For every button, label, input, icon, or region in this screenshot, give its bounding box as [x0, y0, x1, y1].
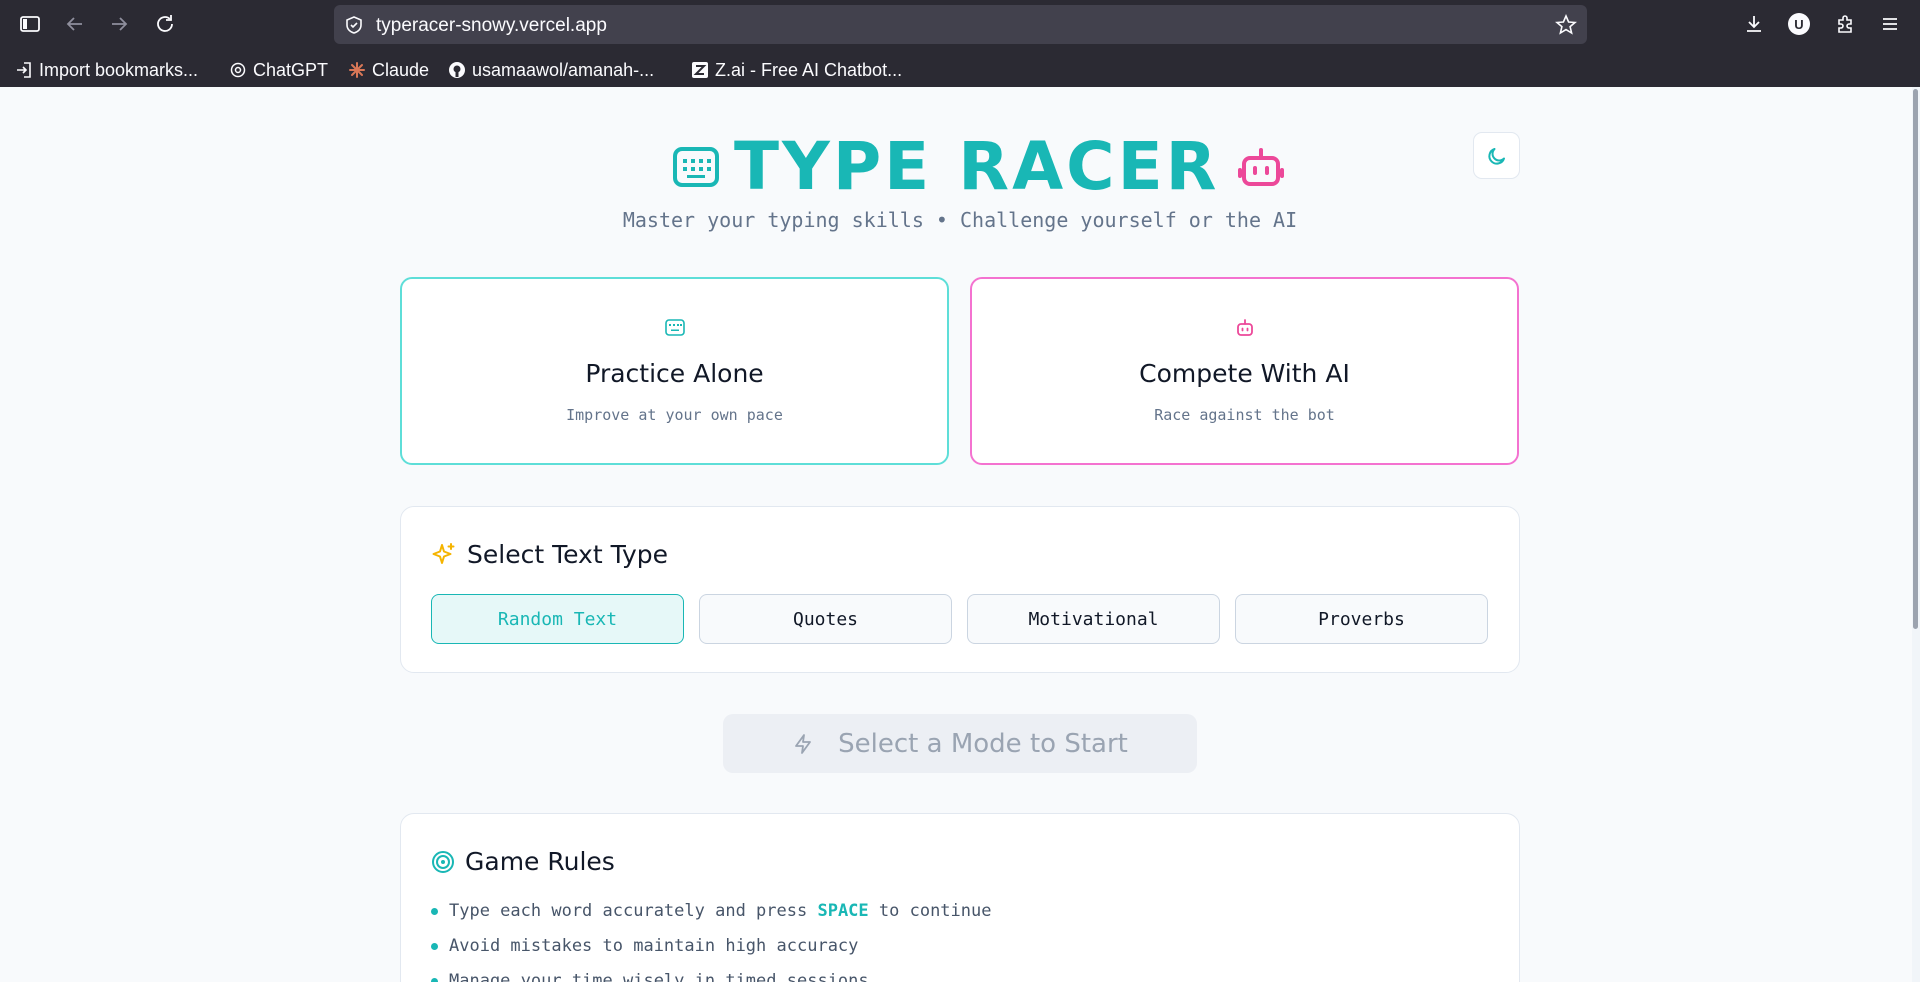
account-button[interactable]: U	[1785, 10, 1813, 38]
compete-with-ai-card[interactable]: Compete With AI Race against the bot	[970, 277, 1519, 465]
arrow-right-icon	[112, 17, 128, 31]
title-row: TYPE RACER	[672, 127, 1284, 207]
rule-text: Manage your time wisely in timed session…	[449, 971, 869, 982]
menu-button[interactable]	[1876, 10, 1904, 38]
space-key-highlight: SPACE	[817, 901, 869, 921]
bookmark-label: Z.ai - Free AI Chatbot...	[715, 59, 903, 80]
page-content: TYPE RACER Master your typing skills • C…	[0, 87, 1920, 982]
mode-icon-wrap	[402, 319, 947, 336]
panel-title: Game Rules	[465, 847, 615, 876]
chatgpt-icon	[230, 62, 246, 78]
github-icon	[449, 62, 465, 78]
mode-description: Race against the bot	[1154, 406, 1335, 424]
start-button-label: Select a Mode to Start	[838, 728, 1128, 759]
mode-icon-wrap	[972, 319, 1517, 337]
bookmark-label: usamaawol/amanah-...	[472, 59, 655, 80]
extensions-button[interactable]	[1831, 10, 1859, 38]
game-rules-heading: Game Rules	[431, 847, 615, 876]
page-subtitle: Master your typing skills • Challenge yo…	[622, 208, 1298, 232]
navigation-toolbar: typeracer-snowy.vercel.app U	[0, 0, 1920, 48]
mode-title: Compete With AI	[1139, 359, 1350, 388]
bookmark-chatgpt[interactable]: ChatGPT	[229, 57, 328, 83]
page-scrollbar[interactable]	[1912, 87, 1920, 982]
robot-icon	[1237, 148, 1284, 186]
rule-item: Type each word accurately and press SPAC…	[431, 901, 991, 936]
rule-text: Type each word accurately and press	[449, 901, 818, 921]
forward-button[interactable]	[105, 10, 133, 38]
hamburger-icon	[1883, 18, 1897, 30]
bookmark-label: Import bookmarks...	[39, 59, 199, 80]
zai-icon	[692, 62, 708, 78]
bookmark-star-icon[interactable]	[1555, 14, 1577, 36]
rules-list: Type each word accurately and press SPAC…	[431, 901, 991, 982]
bookmark-claude[interactable]: Claude	[348, 57, 429, 83]
reload-icon	[157, 15, 173, 32]
bookmark-zai[interactable]: Z.ai - Free AI Chatbot...	[691, 57, 902, 83]
text-type-proverbs-button[interactable]: Proverbs	[1235, 594, 1488, 644]
hero-header: TYPE RACER	[0, 127, 1920, 207]
sparkles-icon	[432, 542, 455, 564]
bookmarks-toolbar: Import bookmarks... ChatGPT Claude usama…	[0, 52, 1920, 84]
sidebar-toggle-button[interactable]	[16, 10, 44, 38]
mode-description: Improve at your own pace	[566, 406, 783, 424]
bookmark-label: Claude	[372, 59, 430, 80]
reload-button[interactable]	[151, 10, 179, 38]
panel-title: Select Text Type	[467, 540, 669, 569]
target-icon	[432, 850, 454, 873]
rule-text: Avoid mistakes to maintain high accuracy	[449, 936, 859, 956]
sidebar-icon	[20, 16, 40, 32]
import-icon	[17, 62, 31, 78]
avatar-initial: U	[1794, 16, 1804, 32]
back-button[interactable]	[61, 10, 89, 38]
game-rules-panel: Game Rules Type each word accurately and…	[400, 813, 1520, 982]
text-type-motivational-button[interactable]: Motivational	[967, 594, 1220, 644]
download-icon	[1747, 16, 1761, 32]
bookmark-label: ChatGPT	[253, 59, 329, 80]
avatar: U	[1788, 13, 1810, 35]
downloads-button[interactable]	[1740, 10, 1768, 38]
text-type-quotes-button[interactable]: Quotes	[699, 594, 952, 644]
address-bar[interactable]: typeracer-snowy.vercel.app	[334, 5, 1587, 44]
rule-item: Avoid mistakes to maintain high accuracy	[431, 936, 991, 971]
text-type-heading: Select Text Type	[431, 540, 668, 569]
browser-chrome: typeracer-snowy.vercel.app U Import book…	[0, 0, 1920, 87]
keyboard-icon	[673, 147, 719, 187]
bookmark-import[interactable]: Import bookmarks...	[15, 57, 198, 83]
text-type-random-button[interactable]: Random Text	[431, 594, 684, 644]
text-type-panel: Select Text Type Random Text Quotes Moti…	[400, 506, 1520, 673]
url-text: typeracer-snowy.vercel.app	[376, 15, 607, 36]
page-title: TYPE RACER	[734, 128, 1220, 205]
rule-text: to continue	[868, 901, 992, 921]
bookmark-github[interactable]: usamaawol/amanah-...	[448, 57, 654, 83]
mode-title: Practice Alone	[585, 359, 764, 388]
practice-alone-card[interactable]: Practice Alone Improve at your own pace	[400, 277, 949, 465]
start-button[interactable]: Select a Mode to Start	[723, 714, 1197, 773]
theme-toggle-button[interactable]	[1473, 132, 1520, 179]
lightning-icon	[795, 733, 812, 754]
claude-icon	[349, 62, 365, 78]
keyboard-icon	[664, 319, 685, 336]
robot-icon	[1236, 319, 1253, 336]
shield-icon	[346, 16, 362, 34]
arrow-left-icon	[66, 17, 82, 31]
puzzle-icon	[1838, 15, 1852, 33]
moon-icon	[1487, 147, 1505, 165]
rule-item: Manage your time wisely in timed session…	[431, 971, 991, 982]
scrollbar-thumb[interactable]	[1913, 89, 1918, 629]
